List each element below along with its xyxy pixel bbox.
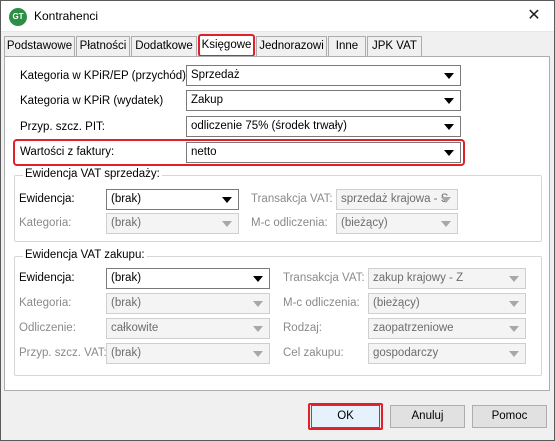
tab-jednorazowi[interactable]: Jednorazowi — [256, 36, 327, 56]
kpir-wydatek-label: Kategoria w KPiR (wydatek) — [20, 95, 164, 107]
tab-inne[interactable]: Inne — [328, 36, 366, 56]
purchase-transakcja-select[interactable]: zakup krajowy - Z — [368, 268, 526, 289]
purchase-mc-value: (bieżący) — [373, 297, 420, 309]
chevron-down-icon — [222, 197, 232, 203]
sales-mc-select[interactable]: (bieżący) — [336, 213, 458, 234]
chevron-down-icon — [253, 276, 263, 282]
close-icon[interactable]: ✕ — [522, 5, 546, 27]
purchase-mc-label: M-c odliczenia: — [283, 297, 360, 309]
chevron-down-icon — [444, 98, 454, 104]
vat-sales-group: Ewidencja VAT sprzedaży: Ewidencja: (bra… — [14, 168, 542, 242]
purchase-kategoria-select[interactable]: (brak) — [106, 293, 270, 314]
purchase-ewidencja-label: Ewidencja: — [19, 272, 75, 284]
wartosci-value: netto — [191, 146, 217, 158]
purchase-cel-select[interactable]: gospodarczy — [368, 343, 526, 364]
dialog-window: GT Kontrahenci ✕ Podstawowe Płatności Do… — [0, 0, 555, 441]
tab-platnosci[interactable]: Płatności — [76, 36, 130, 56]
purchase-odliczenie-value: całkowite — [111, 322, 159, 334]
purchase-rodzaj-value: zaopatrzeniowe — [373, 322, 454, 334]
ksiegowe-panel: Kategoria w KPiR/EP (przychód): Sprzedaż… — [4, 56, 550, 391]
pit-value: odliczenie 75% (środek trwały) — [191, 120, 347, 132]
purchase-ewidencja-value: (brak) — [111, 272, 142, 284]
pit-select[interactable]: odliczenie 75% (środek trwały) — [186, 116, 461, 137]
vat-purchase-group: Ewidencja VAT zakupu: Ewidencja: (brak) … — [14, 249, 542, 376]
purchase-mc-select[interactable]: (bieżący) — [368, 293, 526, 314]
purchase-rodzaj-label: Rodzaj: — [283, 322, 322, 334]
help-button[interactable]: Pomoc — [472, 405, 547, 428]
purchase-kategoria-label: Kategoria: — [19, 297, 72, 309]
chevron-down-icon — [509, 301, 519, 307]
chevron-down-icon — [444, 124, 454, 130]
chevron-down-icon — [444, 150, 454, 156]
wartosci-label: Wartości z faktury: — [20, 146, 115, 158]
wartosci-select[interactable]: netto — [186, 142, 461, 163]
sales-kategoria-select[interactable]: (brak) — [106, 213, 239, 234]
purchase-ewidencja-select[interactable]: (brak) — [106, 268, 270, 289]
chevron-down-icon — [441, 221, 451, 227]
chevron-down-icon — [509, 326, 519, 332]
sales-transakcja-value: sprzedaż krajowa - S — [341, 193, 449, 205]
purchase-cel-value: gospodarczy — [373, 347, 439, 359]
pit-label: Przyp. szcz. PIT: — [20, 121, 105, 133]
sales-ewidencja-value: (brak) — [111, 193, 142, 205]
tab-jpk-vat[interactable]: JPK VAT — [367, 36, 422, 56]
sales-kategoria-value: (brak) — [111, 217, 142, 229]
title-bar: GT Kontrahenci ✕ — [1, 1, 554, 32]
app-logo-icon: GT — [9, 8, 27, 26]
chevron-down-icon — [509, 276, 519, 282]
chevron-down-icon — [444, 73, 454, 79]
chevron-down-icon — [441, 197, 451, 203]
kpir-przychod-value: Sprzedaż — [191, 69, 240, 81]
vat-purchase-title: Ewidencja VAT zakupu: — [23, 249, 147, 261]
tab-podstawowe[interactable]: Podstawowe — [4, 36, 75, 56]
purchase-odliczenie-label: Odliczenie: — [19, 322, 76, 334]
kpir-wydatek-value: Zakup — [191, 94, 223, 106]
kpir-wydatek-select[interactable]: Zakup — [186, 90, 461, 111]
ok-button[interactable]: OK — [311, 405, 380, 428]
tab-dodatkowe[interactable]: Dodatkowe — [131, 36, 197, 56]
sales-mc-label: M-c odliczenia: — [251, 217, 328, 229]
purchase-transakcja-label: Transakcja VAT: — [283, 272, 365, 284]
purchase-rodzaj-select[interactable]: zaopatrzeniowe — [368, 318, 526, 339]
purchase-vat-value: (brak) — [111, 347, 142, 359]
sales-ewidencja-select[interactable]: (brak) — [106, 189, 239, 210]
chevron-down-icon — [253, 301, 263, 307]
sales-transakcja-select[interactable]: sprzedaż krajowa - S — [336, 189, 458, 210]
kpir-przychod-label: Kategoria w KPiR/EP (przychód): — [20, 70, 190, 82]
purchase-kategoria-value: (brak) — [111, 297, 142, 309]
sales-ewidencja-label: Ewidencja: — [19, 193, 75, 205]
vat-sales-title: Ewidencja VAT sprzedaży: — [23, 168, 162, 180]
purchase-vat-select[interactable]: (brak) — [106, 343, 270, 364]
cancel-button[interactable]: Anuluj — [390, 405, 465, 428]
purchase-odliczenie-select[interactable]: całkowite — [106, 318, 270, 339]
sales-mc-value: (bieżący) — [341, 217, 388, 229]
purchase-cel-label: Cel zakupu: — [283, 347, 344, 359]
chevron-down-icon — [222, 221, 232, 227]
window-title: Kontrahenci — [34, 9, 99, 23]
chevron-down-icon — [253, 351, 263, 357]
purchase-vat-label: Przyp. szcz. VAT: — [19, 347, 107, 359]
tab-ksiegowe[interactable]: Księgowe — [198, 34, 255, 57]
chevron-down-icon — [253, 326, 263, 332]
sales-kategoria-label: Kategoria: — [19, 217, 72, 229]
chevron-down-icon — [509, 351, 519, 357]
kpir-przychod-select[interactable]: Sprzedaż — [186, 65, 461, 86]
sales-transakcja-label: Transakcja VAT: — [251, 193, 333, 205]
purchase-transakcja-value: zakup krajowy - Z — [373, 272, 464, 284]
